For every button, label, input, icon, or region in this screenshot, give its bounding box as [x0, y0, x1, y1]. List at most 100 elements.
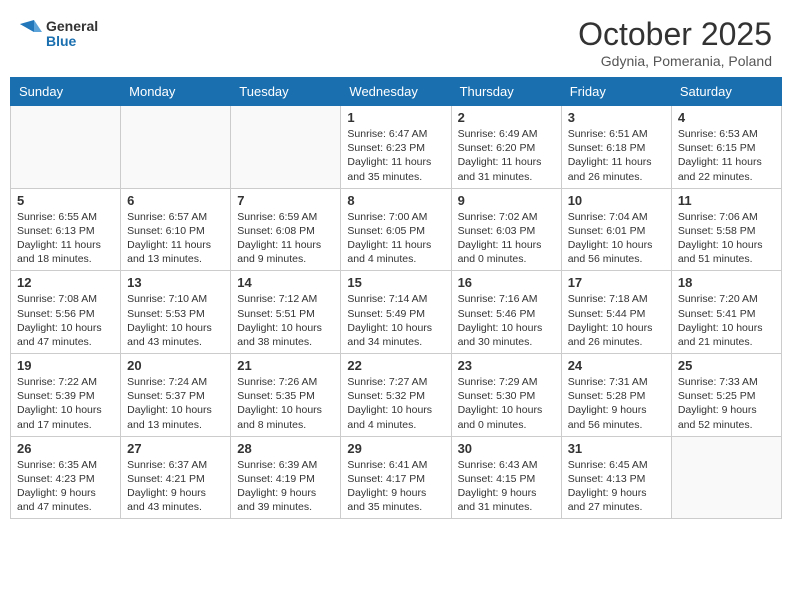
day-cell: 11Sunrise: 7:06 AM Sunset: 5:58 PM Dayli…	[671, 188, 781, 271]
day-info: Sunrise: 7:33 AM Sunset: 5:25 PM Dayligh…	[678, 375, 775, 432]
day-cell: 17 Sunrise: 7:18 AM Sunset: 5:44 PM Dayli…	[561, 271, 671, 354]
day-number: 3	[568, 110, 665, 125]
day-info: Sunrise: 7:10 AM Sunset: 5:53 PM Dayligh…	[127, 292, 224, 349]
day-number: 31	[568, 441, 665, 456]
day-cell: 7Sunrise: 6:59 AM Sunset: 6:08 PM Daylig…	[231, 188, 341, 271]
day-number: 16	[458, 275, 555, 290]
day-info: Sunrise: 7:20 AM Sunset: 5:41 PM Dayligh…	[678, 292, 775, 349]
day-cell: 23Sunrise: 7:29 AM Sunset: 5:30 PM Dayli…	[451, 354, 561, 437]
day-number: 1	[347, 110, 444, 125]
day-info: Sunrise: 6:57 AM Sunset: 6:10 PM Dayligh…	[127, 210, 224, 267]
day-number: 14	[237, 275, 334, 290]
day-cell: 29 Sunrise: 6:41 AM Sunset: 4:17 PM Dayli…	[341, 436, 451, 519]
day-info: Sunrise: 6:55 AM Sunset: 6:13 PM Dayligh…	[17, 210, 114, 267]
day-info: Sunrise: 7:22 AM Sunset: 5:39 PM Dayligh…	[17, 375, 114, 432]
weekday-header-friday: Friday	[561, 78, 671, 106]
day-number: 9	[458, 193, 555, 208]
week-row-3: 12Sunrise: 7:08 AM Sunset: 5:56 PM Dayli…	[11, 271, 782, 354]
weekday-header-sunday: Sunday	[11, 78, 121, 106]
day-info: Sunrise: 6:35 AM Sunset: 4:23 PM Dayligh…	[17, 458, 114, 515]
logo-graphic: General Blue	[20, 16, 98, 52]
day-cell: 15 Sunrise: 7:14 AM Sunset: 5:49 PM Dayli…	[341, 271, 451, 354]
day-number: 4	[678, 110, 775, 125]
weekday-header-monday: Monday	[121, 78, 231, 106]
day-cell: 22Sunrise: 7:27 AM Sunset: 5:32 PM Dayli…	[341, 354, 451, 437]
week-row-1: 1 Sunrise: 6:47 AM Sunset: 6:23 PM Daylig…	[11, 106, 782, 189]
day-number: 29	[347, 441, 444, 456]
day-cell: 25 Sunrise: 7:33 AM Sunset: 5:25 PM Dayli…	[671, 354, 781, 437]
day-info: Sunrise: 7:14 AM Sunset: 5:49 PM Dayligh…	[347, 292, 444, 349]
day-info: Sunrise: 6:37 AM Sunset: 4:21 PM Dayligh…	[127, 458, 224, 515]
day-cell: 10 Sunrise: 7:04 AM Sunset: 6:01 PM Dayli…	[561, 188, 671, 271]
day-cell: 16 Sunrise: 7:16 AM Sunset: 5:46 PM Dayli…	[451, 271, 561, 354]
day-info: Sunrise: 6:41 AM Sunset: 4:17 PM Dayligh…	[347, 458, 444, 515]
day-number: 8	[347, 193, 444, 208]
day-info: Sunrise: 7:26 AM Sunset: 5:35 PM Dayligh…	[237, 375, 334, 432]
week-row-2: 5 Sunrise: 6:55 AM Sunset: 6:13 PM Daylig…	[11, 188, 782, 271]
day-info: Sunrise: 6:45 AM Sunset: 4:13 PM Dayligh…	[568, 458, 665, 515]
weekday-header-wednesday: Wednesday	[341, 78, 451, 106]
day-info: Sunrise: 7:18 AM Sunset: 5:44 PM Dayligh…	[568, 292, 665, 349]
week-row-4: 19 Sunrise: 7:22 AM Sunset: 5:39 PM Dayli…	[11, 354, 782, 437]
day-number: 17	[568, 275, 665, 290]
day-info: Sunrise: 6:47 AM Sunset: 6:23 PM Dayligh…	[347, 127, 444, 184]
month-title: October 2025	[578, 16, 772, 53]
day-number: 10	[568, 193, 665, 208]
day-info: Sunrise: 6:53 AM Sunset: 6:15 PM Dayligh…	[678, 127, 775, 184]
day-cell: 6Sunrise: 6:57 AM Sunset: 6:10 PM Daylig…	[121, 188, 231, 271]
day-cell: 26 Sunrise: 6:35 AM Sunset: 4:23 PM Dayli…	[11, 436, 121, 519]
day-cell: 20Sunrise: 7:24 AM Sunset: 5:37 PM Dayli…	[121, 354, 231, 437]
day-number: 5	[17, 193, 114, 208]
day-cell: 5 Sunrise: 6:55 AM Sunset: 6:13 PM Daylig…	[11, 188, 121, 271]
day-info: Sunrise: 6:49 AM Sunset: 6:20 PM Dayligh…	[458, 127, 555, 184]
day-number: 15	[347, 275, 444, 290]
day-number: 12	[17, 275, 114, 290]
day-cell: 27Sunrise: 6:37 AM Sunset: 4:21 PM Dayli…	[121, 436, 231, 519]
day-number: 13	[127, 275, 224, 290]
day-info: Sunrise: 6:51 AM Sunset: 6:18 PM Dayligh…	[568, 127, 665, 184]
week-row-5: 26 Sunrise: 6:35 AM Sunset: 4:23 PM Dayli…	[11, 436, 782, 519]
day-info: Sunrise: 7:16 AM Sunset: 5:46 PM Dayligh…	[458, 292, 555, 349]
logo-blue: Blue	[46, 34, 98, 49]
day-cell: 4 Sunrise: 6:53 AM Sunset: 6:15 PM Daylig…	[671, 106, 781, 189]
weekday-header-tuesday: Tuesday	[231, 78, 341, 106]
calendar-wrapper: SundayMondayTuesdayWednesdayThursdayFrid…	[0, 77, 792, 529]
header: General Blue October 2025 Gdynia, Pomera…	[0, 0, 792, 77]
day-cell: 18 Sunrise: 7:20 AM Sunset: 5:41 PM Dayli…	[671, 271, 781, 354]
day-number: 26	[17, 441, 114, 456]
day-info: Sunrise: 7:04 AM Sunset: 6:01 PM Dayligh…	[568, 210, 665, 267]
page-container: General Blue October 2025 Gdynia, Pomera…	[0, 0, 792, 529]
day-number: 2	[458, 110, 555, 125]
day-number: 23	[458, 358, 555, 373]
day-cell: 2 Sunrise: 6:49 AM Sunset: 6:20 PM Daylig…	[451, 106, 561, 189]
day-number: 20	[127, 358, 224, 373]
title-block: October 2025 Gdynia, Pomerania, Poland	[578, 16, 772, 69]
day-cell: 1 Sunrise: 6:47 AM Sunset: 6:23 PM Daylig…	[341, 106, 451, 189]
day-info: Sunrise: 7:31 AM Sunset: 5:28 PM Dayligh…	[568, 375, 665, 432]
day-cell: 30Sunrise: 6:43 AM Sunset: 4:15 PM Dayli…	[451, 436, 561, 519]
day-cell: 21 Sunrise: 7:26 AM Sunset: 5:35 PM Dayli…	[231, 354, 341, 437]
weekday-row: SundayMondayTuesdayWednesdayThursdayFrid…	[11, 78, 782, 106]
day-cell: 8 Sunrise: 7:00 AM Sunset: 6:05 PM Daylig…	[341, 188, 451, 271]
day-cell: 13 Sunrise: 7:10 AM Sunset: 5:53 PM Dayli…	[121, 271, 231, 354]
calendar-table: SundayMondayTuesdayWednesdayThursdayFrid…	[10, 77, 782, 519]
day-number: 19	[17, 358, 114, 373]
day-cell: 9Sunrise: 7:02 AM Sunset: 6:03 PM Daylig…	[451, 188, 561, 271]
day-number: 24	[568, 358, 665, 373]
day-number: 18	[678, 275, 775, 290]
day-number: 25	[678, 358, 775, 373]
day-cell: 31 Sunrise: 6:45 AM Sunset: 4:13 PM Dayli…	[561, 436, 671, 519]
day-info: Sunrise: 6:39 AM Sunset: 4:19 PM Dayligh…	[237, 458, 334, 515]
day-number: 30	[458, 441, 555, 456]
day-cell: 14Sunrise: 7:12 AM Sunset: 5:51 PM Dayli…	[231, 271, 341, 354]
day-number: 21	[237, 358, 334, 373]
day-info: Sunrise: 7:27 AM Sunset: 5:32 PM Dayligh…	[347, 375, 444, 432]
calendar-header: SundayMondayTuesdayWednesdayThursdayFrid…	[11, 78, 782, 106]
logo-general: General	[46, 19, 98, 34]
day-cell: 12Sunrise: 7:08 AM Sunset: 5:56 PM Dayli…	[11, 271, 121, 354]
calendar-body: 1 Sunrise: 6:47 AM Sunset: 6:23 PM Daylig…	[11, 106, 782, 519]
day-info: Sunrise: 7:00 AM Sunset: 6:05 PM Dayligh…	[347, 210, 444, 267]
logo-text: General Blue	[46, 19, 98, 50]
day-cell	[121, 106, 231, 189]
day-cell: 24 Sunrise: 7:31 AM Sunset: 5:28 PM Dayli…	[561, 354, 671, 437]
